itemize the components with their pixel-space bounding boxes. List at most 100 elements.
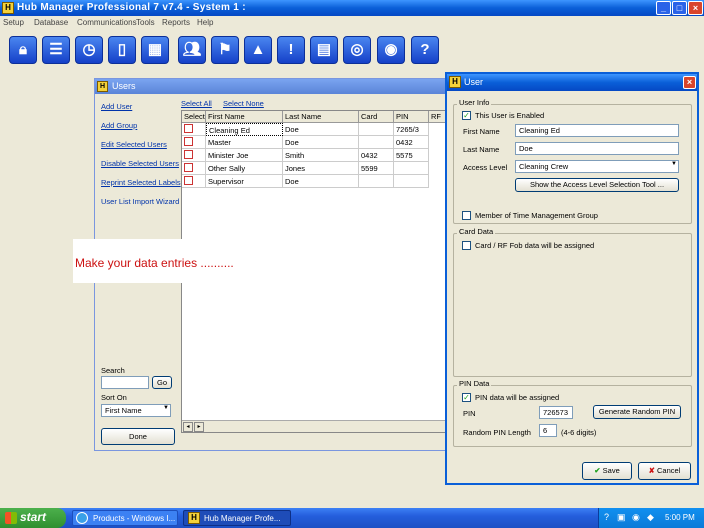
clock-icon[interactable]: ◷	[75, 36, 103, 64]
door-icon[interactable]: ▯	[108, 36, 136, 64]
table-row[interactable]	[182, 123, 206, 136]
member-checkbox[interactable]	[462, 211, 471, 220]
cell-card[interactable]	[359, 123, 394, 136]
speaker-tray-icon[interactable]: ◉	[632, 512, 640, 523]
edit-selected-users-link[interactable]: Edit Selected Users	[101, 140, 167, 149]
column-header-select[interactable]: Select	[182, 111, 206, 123]
row-select-checkbox[interactable]	[184, 150, 193, 159]
cell-card[interactable]	[359, 175, 394, 188]
cell-first-name[interactable]: Other Sally	[206, 162, 283, 175]
column-header-card[interactable]: Card	[359, 111, 394, 123]
generate-pin-button[interactable]: Generate Random PIN	[593, 405, 681, 419]
lock-icon[interactable]: 🔒︎	[9, 36, 37, 64]
cell-last-name[interactable]: Jones	[283, 162, 359, 175]
row-select-checkbox[interactable]	[184, 137, 193, 146]
chevron-down-icon[interactable]: ▼	[671, 161, 677, 167]
show-access-level-button[interactable]: Show the Access Level Selection Tool ...	[515, 178, 679, 192]
pin-input[interactable]: 726573	[539, 406, 573, 419]
chevron-down-icon[interactable]: ▼	[163, 405, 169, 411]
network-icon[interactable]: ◎	[343, 36, 371, 64]
cancel-icon: ✘	[648, 466, 655, 475]
help-tray-icon[interactable]: ?	[604, 512, 609, 522]
cell-card[interactable]	[359, 136, 394, 149]
disable-selected-users-link[interactable]: Disable Selected Users	[101, 159, 179, 168]
menu-tools[interactable]: Tools	[136, 18, 155, 27]
cell-last-name[interactable]: Doe	[283, 136, 359, 149]
first-name-input[interactable]: Cleaning Ed	[515, 124, 679, 137]
cell-pin[interactable]	[394, 162, 429, 175]
random-length-input[interactable]: 6	[539, 424, 557, 437]
cell-pin[interactable]: 0432	[394, 136, 429, 149]
minimize-button[interactable]: _	[656, 1, 671, 15]
network-tray-icon[interactable]: ▣	[617, 512, 626, 523]
menu-setup[interactable]: Setup	[3, 18, 24, 27]
maximize-button[interactable]: □	[672, 1, 687, 15]
cell-pin[interactable]: 5575	[394, 149, 429, 162]
select-all-link[interactable]: Select All	[181, 99, 212, 108]
scroll-right-icon[interactable]: ▸	[194, 422, 204, 432]
help-icon[interactable]: ?	[411, 36, 439, 64]
alert-icon[interactable]: !	[277, 36, 305, 64]
target-icon[interactable]: ◉	[377, 36, 405, 64]
add-group-link[interactable]: Add Group	[101, 121, 137, 130]
users-icon[interactable]: 👥︎	[178, 36, 206, 64]
cell-last-name[interactable]: Doe	[283, 123, 359, 136]
sort-select[interactable]: First Name ▼	[101, 404, 171, 417]
cell-pin[interactable]: 7265/3	[394, 123, 429, 136]
pin-label: PIN	[463, 409, 476, 418]
column-header-last-name[interactable]: Last Name	[283, 111, 359, 123]
pin-checkbox[interactable]: ✓	[462, 393, 471, 402]
cell-card[interactable]: 0432	[359, 149, 394, 162]
add-user-link[interactable]: Add User	[101, 102, 132, 111]
grid-horizontal-scrollbar[interactable]: ◂ ▸	[182, 420, 452, 432]
table-row[interactable]	[182, 149, 206, 162]
calendar-icon[interactable]: ▦	[141, 36, 169, 64]
eject-icon[interactable]: ▲	[244, 36, 272, 64]
row-select-checkbox[interactable]	[184, 176, 193, 185]
cell-card[interactable]: 5599	[359, 162, 394, 175]
card-checkbox[interactable]	[462, 241, 471, 250]
security-tray-icon[interactable]: ◆	[647, 512, 654, 523]
app-title: Hub Manager Professional 7 v7.4 - System…	[17, 2, 246, 13]
sort-value: First Name	[105, 406, 142, 415]
scroll-left-icon[interactable]: ◂	[183, 422, 193, 432]
reprint-selected-labels-link[interactable]: Reprint Selected Labels	[101, 178, 181, 187]
cell-last-name[interactable]: Smith	[283, 149, 359, 162]
import-wizard-link[interactable]: User List Import Wizard	[101, 197, 179, 206]
column-header-first-name[interactable]: First Name	[206, 111, 283, 123]
row-select-checkbox[interactable]	[184, 163, 193, 172]
select-none-link[interactable]: Select None	[223, 99, 264, 108]
save-button[interactable]: ✔ Save	[582, 462, 632, 480]
menu-communications[interactable]: Communications	[77, 18, 137, 27]
cell-first-name[interactable]: Supervisor	[206, 175, 283, 188]
menu-help[interactable]: Help	[197, 18, 213, 27]
table-row[interactable]	[182, 175, 206, 188]
search-input[interactable]	[101, 376, 149, 389]
enabled-checkbox[interactable]: ✓	[462, 111, 471, 120]
table-row[interactable]	[182, 162, 206, 175]
data-entry-message: Make your data entries ..........	[73, 239, 295, 283]
dialog-close-button[interactable]: ×	[683, 76, 696, 89]
column-header-pin[interactable]: PIN	[394, 111, 429, 123]
menu-reports[interactable]: Reports	[162, 18, 190, 27]
table-row[interactable]	[182, 136, 206, 149]
cancel-button[interactable]: ✘ Cancel	[638, 462, 691, 480]
row-select-checkbox[interactable]	[184, 124, 193, 133]
close-button[interactable]: ×	[688, 1, 703, 15]
cell-first-name[interactable]: Master	[206, 136, 283, 149]
last-name-input[interactable]: Doe	[515, 142, 679, 155]
windows-logo-icon	[5, 512, 17, 524]
member-label: Member of Time Management Group	[475, 211, 598, 220]
search-go-button[interactable]: Go	[152, 376, 172, 389]
cell-first-name[interactable]: Cleaning Ed	[206, 123, 283, 136]
access-level-select[interactable]: Cleaning Crew ▼	[515, 160, 679, 173]
list-icon[interactable]: ☰	[42, 36, 70, 64]
cell-pin[interactable]	[394, 175, 429, 188]
cell-last-name[interactable]: Doe	[283, 175, 359, 188]
cell-first-name[interactable]: Minister Joe	[206, 149, 283, 162]
save-label: Save	[602, 466, 620, 475]
document-icon[interactable]: ▤	[310, 36, 338, 64]
done-button[interactable]: Done	[101, 428, 175, 445]
flag-icon[interactable]: ⚑	[211, 36, 239, 64]
menu-database[interactable]: Database	[34, 18, 68, 27]
